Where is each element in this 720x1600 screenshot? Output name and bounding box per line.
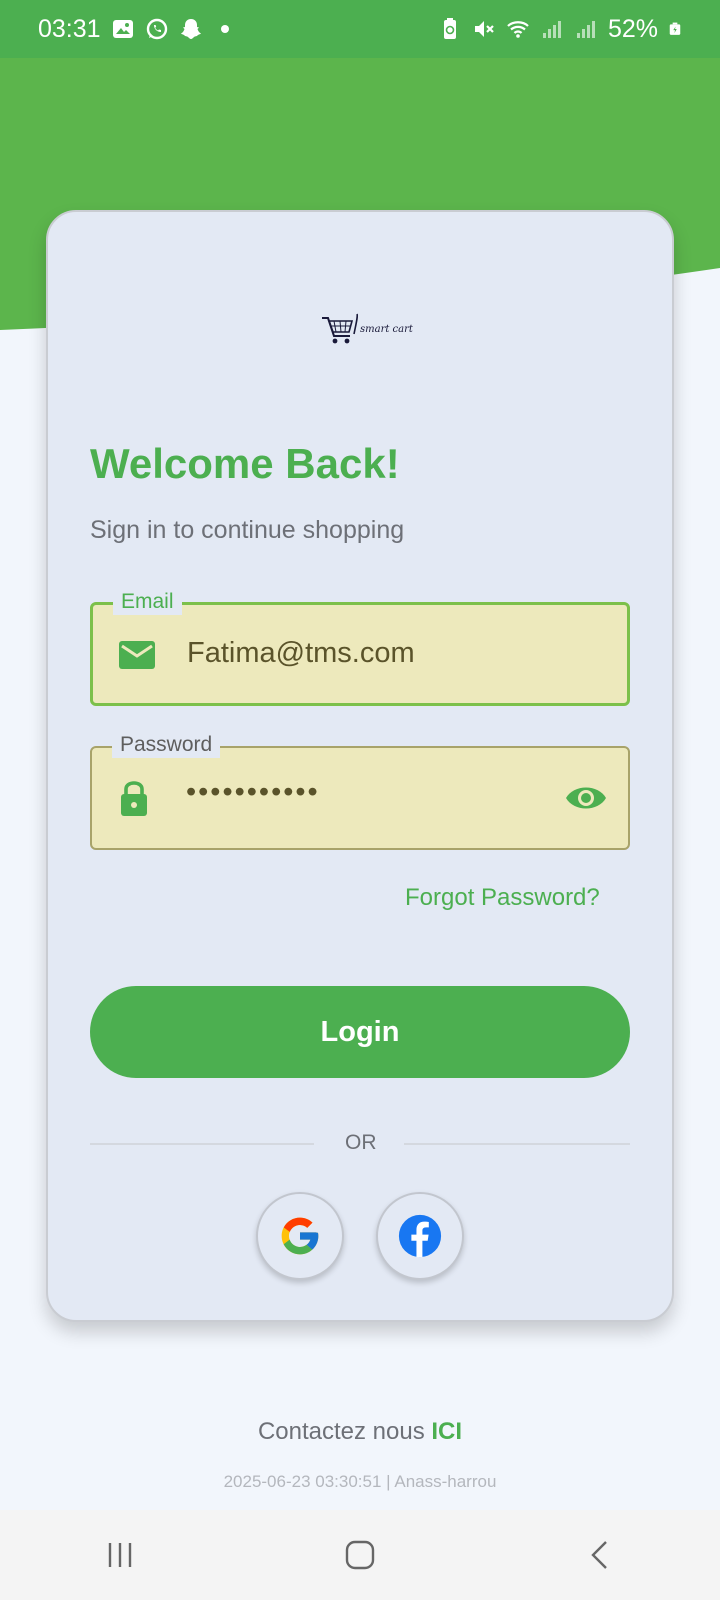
system-nav-bar (0, 1510, 720, 1600)
contact-prefix: Contactez nous (257, 1418, 425, 1445)
or-text: OR (345, 1131, 377, 1154)
battery-percent: 52% (607, 14, 658, 43)
password-label: Password (112, 732, 221, 758)
notification-dot-icon (220, 25, 229, 33)
login-button[interactable]: Login (90, 986, 630, 1078)
snapchat-icon (180, 19, 201, 39)
google-icon (281, 1217, 319, 1255)
wifi-icon (507, 21, 529, 38)
smart-cart-logo: smart cart (322, 313, 414, 344)
recent-apps-icon (108, 1543, 132, 1567)
back-button[interactable] (570, 1525, 630, 1585)
forgot-password-link[interactable]: Forgot Password? (405, 884, 600, 912)
facebook-login-button[interactable] (376, 1192, 464, 1280)
google-login-button[interactable] (256, 1192, 344, 1280)
battery-icon (669, 22, 681, 35)
mute-icon (474, 21, 494, 37)
email-field[interactable]: Email Fatima@tms.com (90, 589, 630, 706)
home-button[interactable] (330, 1525, 390, 1585)
gallery-icon (112, 20, 133, 38)
whatsapp-icon (146, 18, 167, 40)
contact-text: Contactez nous ICI (0, 1418, 720, 1446)
divider-right (404, 1143, 630, 1145)
welcome-title: Welcome Back! (90, 440, 400, 487)
password-field[interactable]: Password ••••••••••• (90, 732, 630, 850)
signal-icon (542, 21, 561, 38)
welcome-subtitle: Sign in to continue shopping (90, 516, 405, 544)
eye-icon[interactable] (564, 778, 608, 818)
footer-timestamp: 2025-06-23 03:30:51 | Anass-harrou (223, 1472, 497, 1491)
email-label: Email (113, 589, 182, 615)
email-value[interactable]: Fatima@tms.com (187, 637, 415, 670)
recent-apps-button[interactable] (90, 1525, 150, 1585)
back-icon (591, 1541, 607, 1569)
password-value[interactable]: ••••••••••• (186, 776, 320, 809)
status-time: 03:31 (38, 14, 101, 43)
lock-icon (121, 781, 147, 816)
status-bar: 03:31 52% (0, 0, 720, 58)
logo-text: smart cart (360, 324, 414, 335)
divider-left (90, 1143, 314, 1145)
battery-saver-icon (443, 18, 456, 39)
mail-icon (119, 641, 155, 669)
home-icon (345, 1540, 375, 1570)
contact-link[interactable]: ICI (431, 1418, 462, 1445)
facebook-icon (398, 1214, 442, 1258)
signal-icon (576, 21, 595, 38)
